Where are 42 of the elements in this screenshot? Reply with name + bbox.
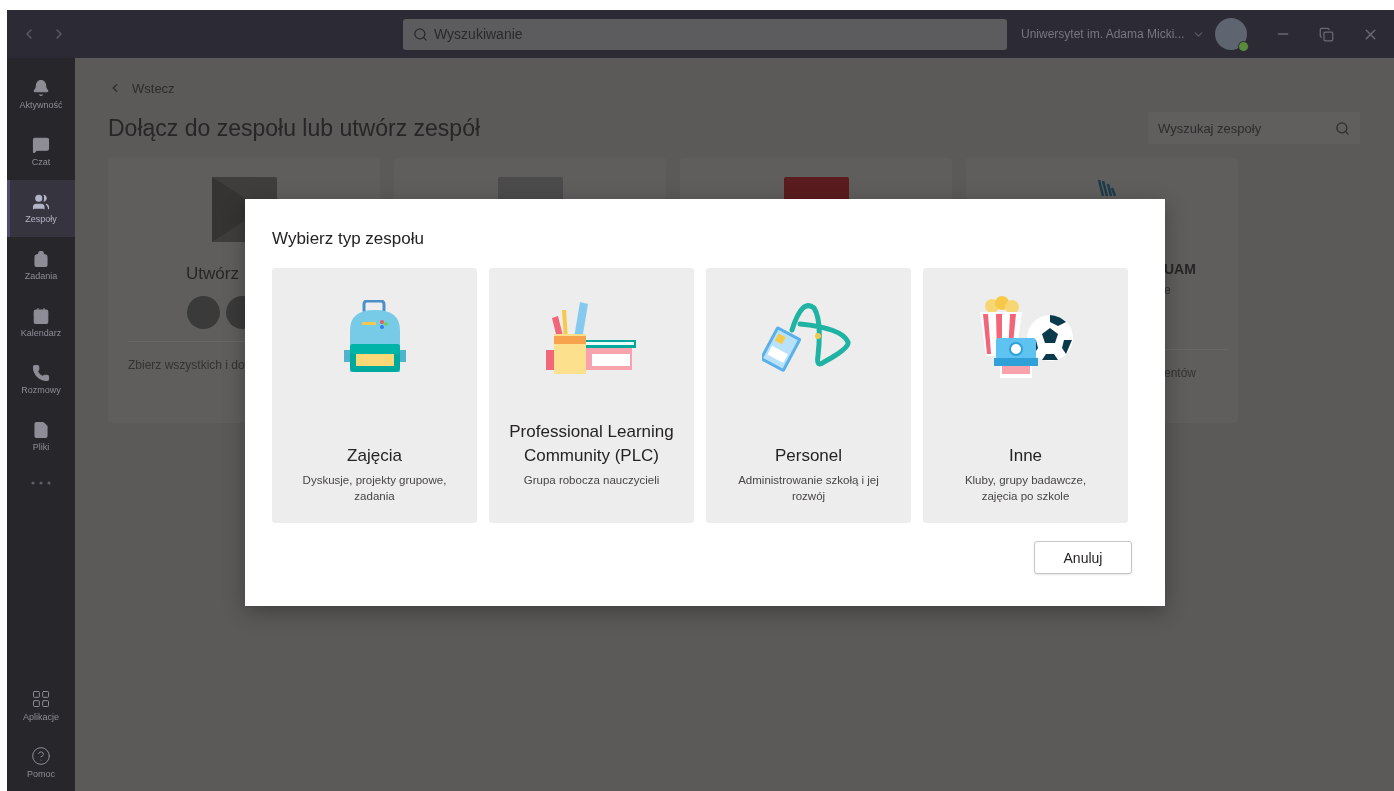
chat-bubble-icon: [32, 136, 50, 154]
tile-title: Inne: [1008, 445, 1043, 467]
sidebar-item[interactable]: Czat: [7, 123, 75, 180]
backpack-icon: [32, 250, 50, 268]
tile-title: Zajęcia: [347, 445, 402, 467]
search-icon: [1335, 120, 1350, 136]
sidebar-item[interactable]: Zadania: [7, 237, 75, 294]
help-icon: [31, 746, 51, 766]
search-icon: [413, 26, 428, 42]
tile-description: Kluby, grupy badawcze, zajęcia po szkole: [963, 473, 1088, 504]
card-title: Utwórz: [185, 264, 240, 284]
team-name: UAM: [1163, 261, 1197, 277]
tile-title: Professional Learning Community (PLC): [508, 421, 675, 467]
cancel-button[interactable]: Anuluj: [1034, 541, 1132, 574]
team-type-tile[interactable]: Zajęcia Dyskusje, projekty grupowe, zadania: [272, 268, 477, 523]
organization-name[interactable]: Uniwersytet im. Adama Micki...: [1021, 27, 1185, 41]
calendar-icon: [32, 307, 50, 325]
sidebar-item[interactable]: Zespoły: [7, 180, 75, 237]
tile-description: Administrowanie szkołą i jej rozwój: [737, 473, 880, 504]
team-type-tile[interactable]: Personel Administrowanie szkołą i jej rozwój: [706, 268, 911, 523]
sidebar-item[interactable]: Aktywność: [7, 66, 75, 123]
sidebar-item[interactable]: Pliki: [7, 408, 75, 465]
people-icon: [32, 193, 50, 211]
tile-description: Grupa robocza nauczycieli: [522, 473, 661, 488]
status-dot: [1238, 41, 1250, 52]
apps-grid-icon: [31, 689, 51, 709]
sidebar-item[interactable]: Kalendarz: [7, 294, 75, 351]
avatar-circle: [187, 296, 220, 329]
wing-logo-icon: [1097, 180, 1117, 196]
bell-icon: [32, 79, 50, 97]
file-icon: [32, 421, 50, 439]
phone-icon: [32, 364, 50, 382]
sidebar-item[interactable]: Pomoc: [7, 734, 75, 791]
sidebar-item[interactable]: Rozmowy: [7, 351, 75, 408]
restore-icon[interactable]: [1319, 26, 1335, 42]
tile-title: Personel: [774, 445, 843, 467]
sidebar-item[interactable]: Aplikacje: [7, 677, 75, 734]
team-type-tile[interactable]: Inne Kluby, grupy badawcze, zajęcia po szkole: [923, 268, 1128, 523]
team-type-tile[interactable]: Professional Learning Community (PLC) Grupa robocza nauczycieli: [489, 268, 694, 523]
more-icon[interactable]: [31, 481, 51, 485]
tile-description: Dyskusje, projekty grupowe, zadania: [301, 473, 448, 504]
avatar[interactable]: [1215, 18, 1248, 50]
